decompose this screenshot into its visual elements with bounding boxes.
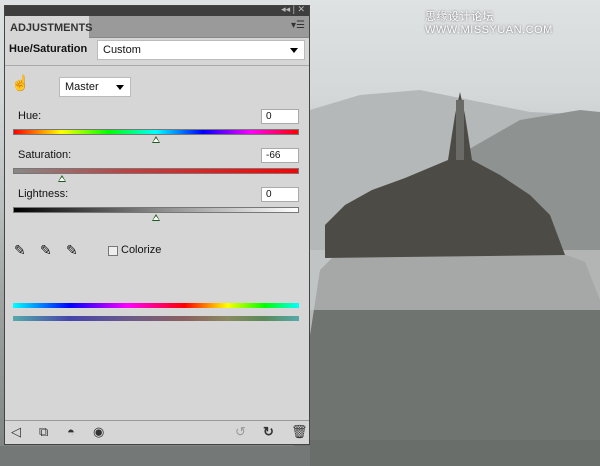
watermark: 思缘设计论坛 WWW.MISSYUAN.COM bbox=[425, 11, 553, 36]
adjustment-title: Hue/Saturation bbox=[9, 43, 88, 55]
targeted-adjustment-hand-icon[interactable]: ☝ bbox=[11, 74, 30, 92]
reset-icon[interactable]: ↻ bbox=[263, 424, 274, 440]
lightness-slider-thumb[interactable] bbox=[152, 214, 160, 221]
lightness-slider-track[interactable] bbox=[13, 207, 299, 213]
eyedropper-subtract-icon[interactable]: ✎ bbox=[66, 242, 78, 259]
adjustments-panel: ◂◂ | ✕ ADJUSTMENTS ▾☰ Hue/Saturation Cus… bbox=[4, 4, 310, 445]
visibility-eye-icon[interactable]: ◉ bbox=[93, 424, 104, 440]
colorize-checkbox[interactable] bbox=[108, 246, 118, 256]
chevron-down-icon bbox=[116, 85, 124, 90]
saturation-slider-track[interactable] bbox=[13, 168, 299, 174]
hue-input[interactable]: 0 bbox=[261, 109, 299, 124]
hue-label: Hue: bbox=[18, 110, 42, 122]
previous-state-icon[interactable]: ◓ bbox=[67, 424, 75, 439]
channel-select[interactable]: Master bbox=[59, 77, 131, 97]
lightness-input[interactable]: 0 bbox=[261, 187, 299, 202]
preset-value: Custom bbox=[103, 44, 141, 56]
panel-menu-icon[interactable]: ▾☰ bbox=[291, 20, 305, 31]
channel-value: Master bbox=[65, 81, 99, 93]
hue-slider-thumb[interactable] bbox=[152, 136, 160, 143]
saturation-input[interactable]: -66 bbox=[261, 148, 299, 163]
clip-to-layer-icon[interactable]: ⧉ bbox=[39, 424, 48, 440]
collapse-close-controls[interactable]: ◂◂ | ✕ bbox=[281, 4, 305, 15]
back-icon[interactable]: ◁ bbox=[11, 424, 21, 440]
hue-slider-track[interactable] bbox=[13, 129, 299, 135]
output-color-spectrum bbox=[13, 316, 299, 321]
panel-bottom-toolbar: ◁ ⧉ ◓ ◉ ↺ ↻ 🗑 bbox=[5, 420, 309, 444]
eyedropper-add-icon[interactable]: ✎ bbox=[40, 242, 52, 259]
eyedropper-icon[interactable]: ✎ bbox=[14, 242, 26, 259]
saturation-slider-thumb[interactable] bbox=[58, 175, 66, 182]
preset-select[interactable]: Custom bbox=[97, 40, 305, 60]
input-color-spectrum bbox=[13, 303, 299, 308]
view-previous-icon[interactable]: ↺ bbox=[235, 424, 246, 440]
delete-icon[interactable]: 🗑 bbox=[291, 424, 308, 440]
lightness-label: Lightness: bbox=[18, 188, 69, 200]
colorize-label: Colorize bbox=[121, 244, 162, 256]
chevron-down-icon bbox=[290, 48, 298, 53]
saturation-label: Saturation: bbox=[18, 149, 72, 161]
panel-titlebar: ◂◂ | ✕ bbox=[5, 4, 309, 16]
tab-adjustments[interactable]: ADJUSTMENTS bbox=[5, 16, 93, 38]
